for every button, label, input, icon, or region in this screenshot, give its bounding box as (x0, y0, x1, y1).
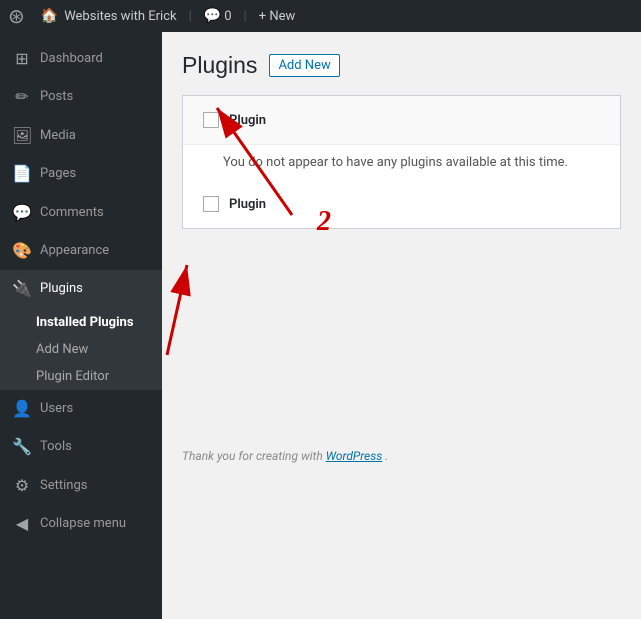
plugins-icon: 🔌 (12, 278, 32, 300)
sidebar-item-label: Plugins (40, 280, 83, 298)
plugins-table: Plugin You do not appear to have any plu… (182, 95, 621, 229)
comments-icon: 💬 (12, 202, 32, 224)
plugin-row-checkbox[interactable] (203, 196, 219, 212)
page-title: Plugins (182, 52, 257, 79)
sidebar-item-label: Posts (40, 88, 73, 106)
settings-icon: ⚙ (12, 475, 32, 497)
footer: Thank you for creating with WordPress . (182, 429, 621, 463)
new-content-button[interactable]: + New (259, 9, 296, 24)
sidebar: ⊞ Dashboard ✏ Posts 🖼 Media 📄 Pages 💬 Co… (0, 32, 162, 619)
table-empty-row: You do not appear to have any plugins av… (183, 145, 621, 180)
plugin-row-label: Plugin (229, 197, 266, 212)
sidebar-item-settings[interactable]: ⚙ Settings (0, 467, 162, 505)
sidebar-item-label: Pages (40, 165, 76, 183)
sidebar-item-appearance[interactable]: 🎨 Appearance (0, 232, 162, 270)
sidebar-item-media[interactable]: 🖼 Media (0, 117, 162, 155)
sidebar-item-label: Collapse menu (40, 515, 126, 533)
site-name[interactable]: 🏠 Websites with Erick (41, 8, 177, 24)
sidebar-item-collapse[interactable]: ◀ Collapse menu (0, 505, 162, 543)
sidebar-item-comments[interactable]: 💬 Comments (0, 194, 162, 232)
comment-icon: 💬 (204, 8, 221, 24)
appearance-icon: 🎨 (12, 240, 32, 262)
plugin-col-header: Plugin (229, 113, 266, 128)
pages-icon: 📄 (12, 163, 32, 185)
sidebar-item-tools[interactable]: 🔧 Tools (0, 428, 162, 466)
sidebar-item-users[interactable]: 👤 Users (0, 390, 162, 428)
wordpress-link[interactable]: WordPress (326, 449, 383, 463)
select-all-checkbox[interactable] (203, 112, 219, 128)
sidebar-item-label: Tools (40, 438, 72, 456)
sidebar-item-label: Settings (40, 477, 87, 495)
sidebar-item-label: Media (40, 127, 76, 145)
sidebar-item-posts[interactable]: ✏ Posts (0, 78, 162, 116)
submenu-add-new[interactable]: Add New (0, 336, 162, 363)
sidebar-item-label: Dashboard (40, 50, 103, 68)
sidebar-item-label: Appearance (40, 242, 109, 260)
comment-count[interactable]: 💬 0 (204, 8, 232, 24)
collapse-icon: ◀ (12, 513, 32, 535)
empty-message: You do not appear to have any plugins av… (183, 145, 621, 180)
sidebar-item-pages[interactable]: 📄 Pages (0, 155, 162, 193)
admin-bar: ⊛ 🏠 Websites with Erick | 💬 0 | + New (0, 0, 641, 32)
sidebar-item-dashboard[interactable]: ⊞ Dashboard (0, 40, 162, 78)
media-icon: 🖼 (12, 125, 32, 147)
wp-logo-icon: ⊛ (8, 4, 25, 28)
dashboard-icon: ⊞ (12, 48, 32, 70)
plugins-submenu: Installed Plugins Add New Plugin Editor (0, 309, 162, 390)
table-row: Plugin (183, 180, 620, 228)
main-layout: ⊞ Dashboard ✏ Posts 🖼 Media 📄 Pages 💬 Co… (0, 32, 641, 619)
page-header: Plugins Add New (182, 52, 621, 79)
sidebar-item-label: Users (40, 400, 73, 418)
posts-icon: ✏ (12, 86, 32, 108)
add-new-button[interactable]: Add New (269, 54, 339, 77)
submenu-plugin-editor[interactable]: Plugin Editor (0, 363, 162, 390)
sidebar-item-label: Comments (40, 204, 104, 222)
plugins-section: Plugin You do not appear to have any plu… (182, 95, 621, 229)
sidebar-item-plugins[interactable]: 🔌 Plugins (0, 270, 162, 308)
home-icon: 🏠 (41, 8, 58, 24)
users-icon: 👤 (12, 398, 32, 420)
table-header-row: Plugin (183, 96, 620, 145)
submenu-installed-plugins[interactable]: Installed Plugins (0, 309, 162, 336)
main-content: Plugins Add New Plugin You do not appear… (162, 32, 641, 619)
tools-icon: 🔧 (12, 436, 32, 458)
